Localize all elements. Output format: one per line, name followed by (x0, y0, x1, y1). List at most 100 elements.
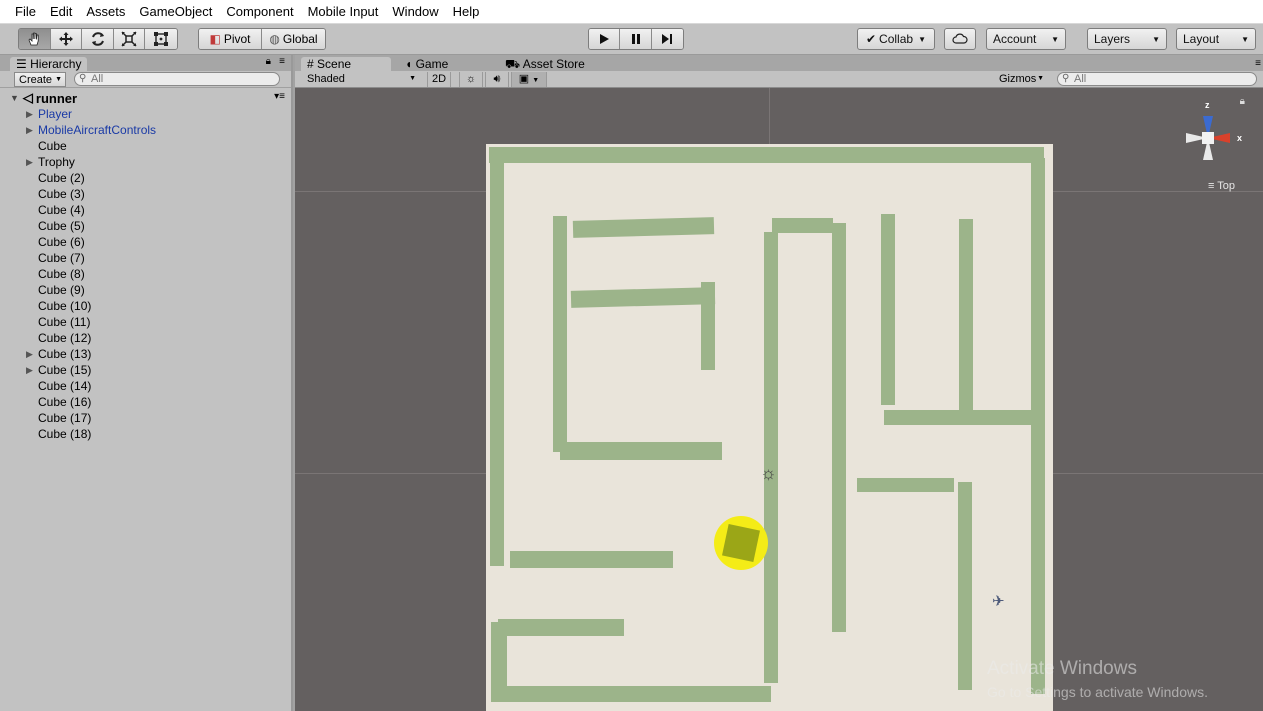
hierarchy-item[interactable]: Cube (12) (38, 330, 91, 346)
hierarchy-item[interactable]: Cube (9) (38, 282, 85, 298)
maze-floor[interactable] (486, 144, 1053, 711)
pause-icon (631, 34, 640, 44)
maze-wall[interactable] (958, 482, 972, 690)
hand-tool-button[interactable] (19, 29, 51, 49)
fold-open-icon[interactable]: ▼ (10, 93, 19, 103)
hierarchy-item[interactable]: Cube (4) (38, 202, 85, 218)
menu-edit[interactable]: Edit (43, 0, 79, 24)
fold-closed-icon[interactable]: ▶ (26, 362, 33, 378)
trophy-object[interactable] (714, 516, 768, 570)
create-dropdown[interactable]: Create ▼ (14, 72, 66, 87)
layers-dropdown[interactable]: Layers ▼ (1087, 28, 1167, 50)
tab-asset-store-label: Asset Store (522, 57, 585, 71)
hierarchy-item-label: Cube (6) (38, 235, 85, 249)
maze-wall[interactable] (490, 147, 504, 566)
menu-gameobject[interactable]: GameObject (132, 0, 219, 24)
collab-dropdown[interactable]: ✔ Collab ▼ (857, 28, 935, 50)
maze-wall[interactable] (553, 216, 567, 452)
hierarchy-item[interactable]: Cube (16) (38, 394, 91, 410)
fold-closed-icon[interactable]: ▶ (26, 106, 33, 122)
audio-toggle[interactable]: 🔊︎ (485, 72, 509, 87)
hierarchy-item[interactable]: ▶ MobileAircraftControls (26, 122, 157, 138)
panel-menu-icon[interactable]: ≡ (279, 56, 285, 67)
hierarchy-item[interactable]: Cube (38, 138, 67, 154)
hierarchy-item[interactable]: Cube (18) (38, 426, 91, 442)
play-button[interactable] (589, 29, 621, 49)
menu-assets[interactable]: Assets (79, 0, 132, 24)
maze-wall[interactable] (570, 287, 716, 308)
cloud-button[interactable] (944, 28, 976, 50)
hierarchy-item[interactable]: Cube (11) (38, 314, 90, 330)
hierarchy-item[interactable]: Cube (7) (38, 250, 85, 266)
hierarchy-item[interactable]: Cube (6) (38, 234, 85, 250)
scale-tool-button[interactable] (113, 29, 146, 49)
maze-wall[interactable] (772, 218, 833, 233)
hierarchy-item[interactable]: Cube (10) (38, 298, 91, 314)
hierarchy-item[interactable]: Cube (17) (38, 410, 91, 426)
aircraft-icon[interactable]: ✈ (992, 592, 1005, 610)
global-toggle[interactable]: ◍ Global (262, 29, 325, 49)
hierarchy-item[interactable]: Cube (5) (38, 218, 85, 234)
maze-wall[interactable] (764, 232, 778, 683)
menu-window[interactable]: Window (385, 0, 445, 24)
tab-hierarchy[interactable]: ☰ Hierarchy (10, 57, 88, 71)
rotate-tool-button[interactable] (82, 29, 114, 49)
scene-menu-icon[interactable]: ▾≡ (274, 91, 285, 102)
maze-wall[interactable] (498, 619, 624, 636)
hierarchy-item-label: Cube (5) (38, 219, 85, 233)
move-tool-button[interactable] (50, 29, 83, 49)
tab-scene[interactable]: # Scene (301, 57, 391, 71)
maze-wall[interactable] (489, 147, 1044, 163)
maze-wall[interactable] (510, 551, 673, 568)
maze-wall[interactable] (701, 282, 715, 370)
pause-button[interactable] (620, 29, 652, 49)
pivot-toggle[interactable]: ◧ Pivot (199, 29, 263, 49)
light-icon[interactable]: ☼ (760, 463, 777, 484)
effects-dropdown[interactable]: ▣ ▼ (511, 72, 547, 87)
maze-wall[interactable] (884, 410, 1032, 425)
hierarchy-item[interactable]: ▶ Trophy (26, 154, 75, 170)
hierarchy-item-label: Cube (17) (38, 411, 92, 425)
hierarchy-item[interactable]: Cube (8) (38, 266, 85, 282)
fold-closed-icon[interactable]: ▶ (26, 346, 33, 362)
maze-wall[interactable] (560, 442, 722, 460)
tab-game[interactable]: ◖ Game (399, 57, 454, 71)
hierarchy-item[interactable]: ▶ Player (26, 106, 72, 122)
menu-component[interactable]: Component (219, 0, 300, 24)
maze-wall[interactable] (491, 686, 771, 702)
rect-tool-button[interactable] (145, 29, 177, 49)
hierarchy-item[interactable]: Cube (2) (38, 170, 85, 186)
maze-wall[interactable] (959, 219, 973, 413)
hierarchy-item[interactable]: ▶ Cube (13) (26, 346, 91, 362)
layout-dropdown[interactable]: Layout ▼ (1176, 28, 1256, 50)
menu-mobile-input[interactable]: Mobile Input (301, 0, 386, 24)
mode-2d-toggle[interactable]: 2D (427, 72, 451, 87)
panel-menu-icon[interactable]: ≡ (1255, 58, 1261, 69)
orientation-gizmo[interactable]: 🔒︎ z x ≡ Top (1163, 88, 1253, 198)
hierarchy-item-label: MobileAircraftControls (38, 123, 157, 137)
hierarchy-item[interactable]: Cube (3) (38, 186, 85, 202)
gizmos-dropdown[interactable]: Gizmos ▼ (995, 72, 1047, 87)
menu-help[interactable]: Help (446, 0, 487, 24)
step-button[interactable] (651, 29, 683, 49)
maze-wall[interactable] (881, 214, 895, 405)
maze-wall[interactable] (857, 478, 954, 492)
hierarchy-item[interactable]: ▶ Cube (15) (26, 362, 91, 378)
lighting-toggle[interactable]: ☼ (459, 72, 483, 87)
shading-mode-dropdown[interactable]: Shaded ▼ (303, 72, 419, 87)
fold-closed-icon[interactable]: ▶ (26, 122, 33, 138)
maze-wall[interactable] (832, 223, 846, 632)
fold-closed-icon[interactable]: ▶ (26, 154, 33, 170)
scene-root-item[interactable]: ▼ ◁ runner (10, 90, 77, 106)
view-label[interactable]: ≡ Top (1208, 180, 1235, 192)
account-dropdown[interactable]: Account ▼ (986, 28, 1066, 50)
scene-search-input[interactable]: ⚲ All (1057, 72, 1257, 86)
scene-viewport[interactable]: ☼ ✈ 🔒︎ z x ≡ Top Activate Windows Go to … (295, 88, 1263, 711)
maze-wall[interactable] (572, 217, 715, 238)
hierarchy-item[interactable]: Cube (14) (38, 378, 91, 394)
maze-wall[interactable] (1031, 158, 1045, 694)
menu-file[interactable]: File (8, 0, 43, 24)
tab-asset-store[interactable]: ⛟ Asset Store (499, 57, 591, 71)
hierarchy-search-input[interactable]: ⚲ All (74, 72, 280, 86)
lock-icon[interactable]: 🔒︎ (266, 56, 271, 67)
